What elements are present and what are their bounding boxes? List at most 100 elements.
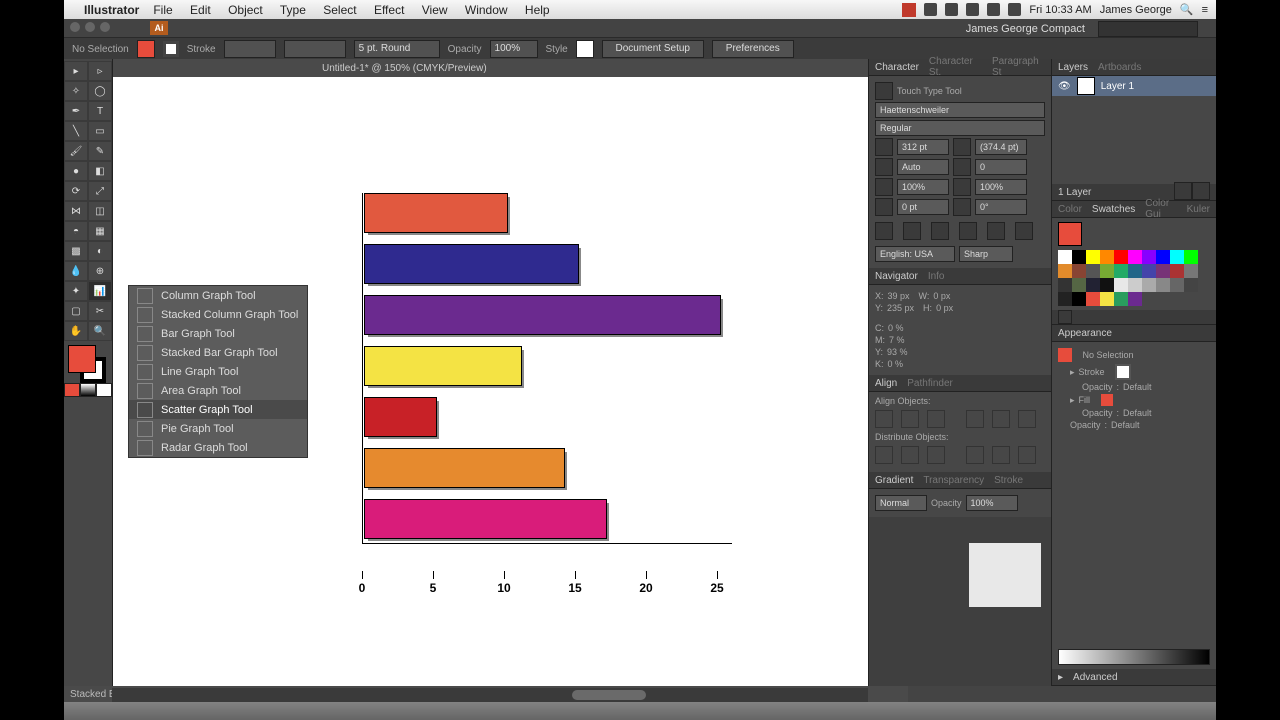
swatch[interactable] — [1184, 264, 1198, 278]
blend-mode-select[interactable]: Normal — [875, 495, 927, 511]
font-size-input[interactable]: 312 pt — [897, 139, 949, 155]
swatch[interactable] — [1072, 292, 1086, 306]
pen-tool-icon[interactable]: ✒ — [64, 101, 88, 121]
current-swatch[interactable] — [1058, 222, 1082, 246]
touch-type-button[interactable]: Touch Type Tool — [897, 86, 962, 96]
menu-window[interactable]: Window — [465, 3, 508, 17]
status-cc-icon[interactable] — [924, 3, 937, 16]
align-left-icon[interactable] — [875, 410, 893, 428]
chart-bar[interactable] — [364, 244, 579, 284]
symbol-spray-tool-icon[interactable]: ✦ — [64, 281, 88, 301]
antialias-select[interactable]: Sharp — [959, 246, 1013, 262]
flyout-bar-graph[interactable]: Bar Graph Tool — [129, 324, 307, 343]
tab-colorguide[interactable]: Color Gui — [1145, 198, 1176, 220]
swatch[interactable] — [1100, 292, 1114, 306]
swatch[interactable] — [1156, 278, 1170, 292]
language-select[interactable]: English: USA — [875, 246, 955, 262]
swatch[interactable] — [1128, 250, 1142, 264]
appearance-opacity-row-2[interactable]: Opacity — [1082, 408, 1113, 418]
menu-edit[interactable]: Edit — [190, 3, 211, 17]
search-input[interactable] — [1098, 21, 1198, 37]
blob-brush-tool-icon[interactable]: ● — [64, 161, 88, 181]
layer-row[interactable]: 👁 Layer 1 — [1052, 76, 1216, 96]
stroke-swatch[interactable] — [163, 41, 179, 57]
gradient-tool-icon[interactable]: ◐ — [88, 241, 112, 261]
swatch[interactable] — [1128, 292, 1142, 306]
free-transform-tool-icon[interactable]: ◫ — [88, 201, 112, 221]
scale-tool-icon[interactable]: ⤢ — [88, 181, 112, 201]
font-family-select[interactable]: Haettenschweiler — [875, 102, 1045, 118]
status-bt-icon[interactable] — [945, 3, 958, 16]
touch-type-icon[interactable] — [875, 82, 893, 100]
align-hcenter-icon[interactable] — [901, 410, 919, 428]
underline-icon[interactable] — [987, 222, 1005, 240]
tab-align[interactable]: Align — [875, 378, 897, 389]
swatch[interactable] — [1072, 264, 1086, 278]
menubar-clock[interactable]: Fri 10:33 AM — [1029, 4, 1091, 16]
document-tab[interactable]: Untitled-1* @ 150% (CMYK/Preview) — [112, 59, 868, 77]
swatch[interactable] — [1128, 278, 1142, 292]
tab-navigator[interactable]: Navigator — [875, 271, 918, 282]
prefs-button[interactable]: Preferences — [712, 40, 794, 58]
appearance-fill-row[interactable]: Fill — [1079, 395, 1091, 405]
swatch[interactable] — [1072, 278, 1086, 292]
chart-bar[interactable] — [364, 193, 508, 233]
tab-appearance[interactable]: Appearance — [1058, 328, 1112, 339]
swatch[interactable] — [1170, 278, 1184, 292]
tab-artboards[interactable]: Artboards — [1098, 62, 1141, 73]
swatch[interactable] — [1058, 264, 1072, 278]
chart-bar[interactable] — [364, 397, 437, 437]
navigator-preview[interactable] — [969, 543, 1041, 607]
fill-color-swatch[interactable] — [68, 345, 96, 373]
tab-char-styles[interactable]: Character St. — [929, 56, 982, 78]
new-layer-icon[interactable] — [1174, 182, 1192, 200]
mac-dock[interactable] — [64, 702, 1216, 720]
swatch[interactable] — [1170, 264, 1184, 278]
menu-object[interactable]: Object — [228, 3, 263, 17]
swatch[interactable] — [1100, 250, 1114, 264]
width-tool-icon[interactable]: ⋈ — [64, 201, 88, 221]
tab-para-styles[interactable]: Paragraph St — [992, 56, 1045, 78]
tab-pathfinder[interactable]: Pathfinder — [907, 378, 953, 389]
swatch[interactable] — [1058, 250, 1072, 264]
chart-bar[interactable] — [364, 448, 565, 488]
graph-tool-icon[interactable]: 📊 — [88, 281, 112, 301]
swatch[interactable] — [1086, 278, 1100, 292]
tab-color[interactable]: Color — [1058, 204, 1082, 215]
swatch[interactable] — [1156, 250, 1170, 264]
baseline-input[interactable]: 0 pt — [897, 199, 949, 215]
status-batt-icon[interactable] — [1008, 3, 1021, 16]
brush-tool-icon[interactable]: 🖌 — [64, 141, 88, 161]
brush-select[interactable]: 5 pt. Round — [354, 40, 440, 58]
scrollbar-thumb[interactable] — [572, 690, 646, 700]
style-swatch[interactable] — [576, 40, 594, 58]
dist-hcenter-icon[interactable] — [992, 446, 1010, 464]
align-right-icon[interactable] — [927, 410, 945, 428]
mesh-tool-icon[interactable]: ▩ — [64, 241, 88, 261]
menu-file[interactable]: File — [153, 3, 172, 17]
swatch[interactable] — [1184, 250, 1198, 264]
none-mode-icon[interactable] — [96, 383, 112, 397]
dist-right-icon[interactable] — [1018, 446, 1036, 464]
status-wifi-icon[interactable] — [987, 3, 1000, 16]
app-name[interactable]: Illustrator — [84, 3, 139, 17]
flyout-scatter-graph[interactable]: Scatter Graph Tool — [129, 400, 307, 419]
notification-icon[interactable]: ≡ — [1202, 4, 1208, 16]
doc-setup-button[interactable]: Document Setup — [602, 40, 704, 58]
sub-icon[interactable] — [959, 222, 977, 240]
swatch[interactable] — [1114, 264, 1128, 278]
fill-swatch[interactable] — [137, 40, 155, 58]
swatch[interactable] — [1114, 292, 1128, 306]
kerning-input[interactable]: Auto — [897, 159, 949, 175]
workspace-name[interactable]: James George Compact — [966, 23, 1085, 35]
flyout-pie-graph[interactable]: Pie Graph Tool — [129, 419, 307, 438]
stroke-chip-icon[interactable] — [1115, 364, 1131, 380]
swatch-lib-icon[interactable] — [1058, 310, 1072, 324]
appearance-stroke-row[interactable]: Stroke — [1079, 367, 1105, 377]
horizontal-scrollbar[interactable] — [112, 688, 868, 702]
flyout-stacked-column-graph[interactable]: Stacked Column Graph Tool — [129, 305, 307, 324]
visibility-icon[interactable]: 👁 — [1058, 81, 1071, 92]
menu-effect[interactable]: Effect — [374, 3, 404, 17]
align-top-icon[interactable] — [966, 410, 984, 428]
swatch[interactable] — [1058, 278, 1072, 292]
